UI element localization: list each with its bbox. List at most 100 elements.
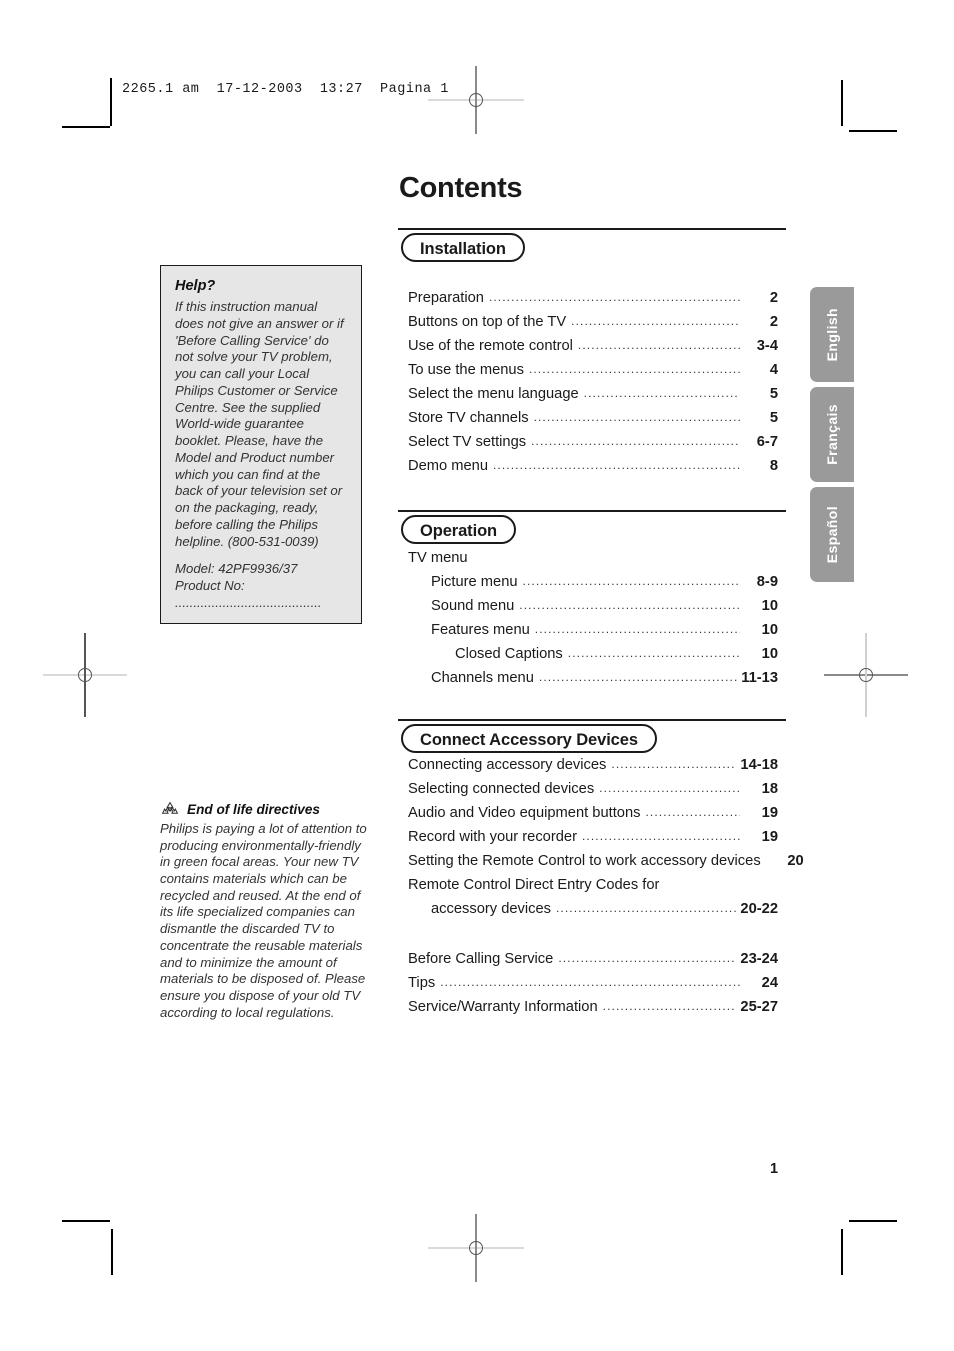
toc-entry-page: 2 [769, 290, 778, 306]
toc-entry[interactable]: Use of the remote control ..............… [408, 338, 778, 362]
toc-entry-page: 24 [761, 975, 778, 991]
toc-installation: Preparation ............................… [408, 290, 778, 482]
toc-entry[interactable]: Select the menu language ...............… [408, 386, 778, 410]
language-tab-espanol-label: Español [824, 505, 840, 564]
toc-entry-label: Before Calling Service [408, 951, 554, 967]
section-title-operation: Operation [401, 515, 517, 544]
toc-entry[interactable]: Channels menu ..........................… [408, 670, 778, 694]
toc-dot-leader: ........................................… [577, 338, 740, 352]
toc-dot-leader: ........................................… [571, 314, 740, 328]
toc-entry[interactable]: Sound menu .............................… [408, 598, 778, 622]
toc-entry[interactable]: Demo menu ..............................… [408, 458, 778, 482]
toc-dot-leader: ........................................… [493, 458, 740, 472]
end-of-life-body: Philips is paying a lot of attention to … [160, 821, 367, 1020]
toc-entry[interactable]: Buttons on top of the TV ...............… [408, 314, 778, 338]
language-tab-english[interactable]: English [810, 287, 854, 382]
recycle-icon [161, 801, 179, 814]
language-tab-francais[interactable]: Français [810, 387, 854, 482]
toc-dot-leader: ........................................… [533, 410, 740, 424]
toc-entry[interactable]: Service/Warranty Information ...........… [408, 999, 778, 1023]
toc-operation: TV menu .... Picture menu ..............… [408, 550, 778, 694]
help-box-body: If this instruction manual does not give… [175, 299, 344, 549]
crop-mark-top-right-horizontal [849, 130, 897, 132]
toc-entry[interactable]: Store TV channels ......................… [408, 410, 778, 434]
toc-entry-label: TV menu [408, 550, 468, 566]
toc-entry[interactable]: Setting the Remote Control to work acces… [408, 853, 804, 877]
toc-entry-page: 19 [761, 829, 778, 845]
toc-entry-label: Setting the Remote Control to work acces… [408, 853, 761, 869]
toc-entry-label: Buttons on top of the TV [408, 314, 567, 330]
toc-entry-page: 10 [761, 646, 778, 662]
section-rule-connect-accessory-devices [398, 719, 786, 721]
toc-general: Before Calling Service .................… [408, 951, 778, 1023]
toc-entry-page: 18 [761, 781, 778, 797]
toc-entry-page: 25-27 [740, 999, 778, 1015]
toc-entry-label: Use of the remote control [408, 338, 573, 354]
toc-dot-leader: ........................................… [583, 386, 740, 400]
toc-connect-accessory-devices: Connecting accessory devices ...........… [408, 757, 804, 925]
page-title: Contents [399, 172, 523, 204]
toc-entry-label: Tips [408, 975, 436, 991]
toc-entry-label: Preparation [408, 290, 484, 306]
toc-entry[interactable]: accessory devices ......................… [408, 901, 778, 925]
toc-entry-label: Store TV channels [408, 410, 529, 426]
toc-entry[interactable]: Picture menu ...........................… [408, 574, 778, 598]
toc-entry-page: 8-9 [756, 574, 778, 590]
section-rule-installation [398, 228, 786, 230]
toc-entry-page: 4 [769, 362, 778, 378]
printer-job-slug: 2265.1 am 17-12-2003 13:27 Pagina 1 [122, 82, 449, 97]
toc-entry-label: Closed Captions [455, 646, 563, 662]
toc-entry[interactable]: Select TV settings .....................… [408, 434, 778, 458]
toc-entry[interactable]: Before Calling Service .................… [408, 951, 778, 975]
toc-entry[interactable]: Selecting connected devices ............… [408, 781, 778, 805]
toc-dot-leader: ........................................… [611, 757, 736, 771]
toc-entry[interactable]: Tips ...................................… [408, 975, 778, 999]
toc-dot-leader: ........................................… [645, 805, 740, 819]
toc-dot-leader: ........................................… [522, 574, 740, 588]
toc-dot-leader: ........................................… [602, 999, 737, 1013]
registration-mark-right [824, 633, 908, 717]
toc-entry-label: Connecting accessory devices [408, 757, 607, 773]
toc-entry[interactable]: Record with your recorder ..............… [408, 829, 778, 853]
crop-mark-bottom-left-vertical [111, 1229, 113, 1275]
help-box-model-line: Model: 42PF9936/37 [175, 561, 298, 577]
toc-entry-page: 11-13 [741, 670, 778, 686]
toc-entry-page: 10 [761, 598, 778, 614]
crop-mark-bottom-right-horizontal [849, 1220, 897, 1222]
toc-entry-page: 20-22 [740, 901, 778, 917]
toc-entry-label: Demo menu [408, 458, 488, 474]
registration-mark-bottom [428, 1214, 524, 1282]
language-tab-espanol[interactable]: Español [810, 487, 854, 582]
section-title-connect-accessory-devices: Connect Accessory Devices [401, 724, 657, 753]
crop-mark-bottom-right-vertical [841, 1229, 843, 1275]
toc-entry: TV menu .... [408, 550, 778, 574]
crop-mark-top-right-vertical [841, 80, 843, 126]
crop-mark-bottom-left-horizontal [62, 1220, 110, 1222]
registration-mark-top [428, 66, 524, 134]
toc-dot-leader: ........................................… [440, 975, 740, 989]
toc-entry[interactable]: Preparation ............................… [408, 290, 778, 314]
toc-entry-label: Select TV settings [408, 434, 527, 450]
toc-dot-leader: ........................................… [531, 434, 740, 448]
toc-dot-leader: ........................................… [599, 781, 740, 795]
toc-entry[interactable]: Connecting accessory devices ...........… [408, 757, 778, 781]
toc-entry-page: 19 [761, 805, 778, 821]
toc-entry-label: To use the menus [408, 362, 524, 378]
toc-entry-label: Record with your recorder [408, 829, 577, 845]
toc-entry-label: Remote Control Direct Entry Codes for [408, 877, 660, 893]
crop-mark-top-left-horizontal [62, 126, 110, 128]
help-box-product-line: Product No: ............................… [175, 578, 322, 611]
toc-dot-leader: ........................................… [519, 598, 740, 612]
toc-entry-page: 3-4 [756, 338, 778, 354]
page-number: 1 [770, 1161, 779, 1177]
toc-entry[interactable]: Features menu ..........................… [408, 622, 778, 646]
toc-entry[interactable]: Audio and Video equipment buttons ......… [408, 805, 778, 829]
toc-entry-page: 14-18 [740, 757, 778, 773]
toc-entry-label: Channels menu [431, 670, 534, 686]
toc-entry-label: Picture menu [431, 574, 518, 590]
end-of-life-directives: End of life directives Philips is paying… [160, 800, 370, 1021]
toc-entry-label: Service/Warranty Information [408, 999, 598, 1015]
toc-entry[interactable]: To use the menus .......................… [408, 362, 778, 386]
toc-entry[interactable]: Closed Captions ........................… [408, 646, 778, 670]
toc-dot-leader: ........................................… [558, 951, 736, 965]
